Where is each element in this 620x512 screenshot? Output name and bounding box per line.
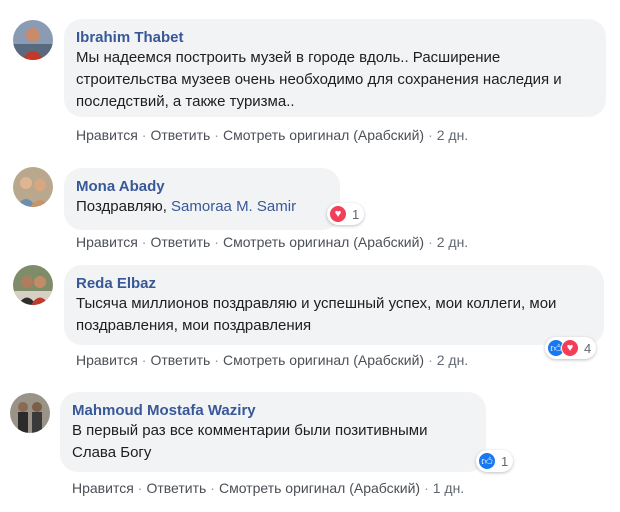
separator: · (214, 127, 219, 143)
avatar[interactable] (13, 167, 53, 207)
separator: · (214, 352, 219, 368)
separator: · (141, 352, 147, 368)
comment-actions: Нравится · Ответить · Смотреть оригинал (Ара… (76, 127, 468, 143)
comment-text: Тысяча миллионов поздравляю и успешный у… (76, 295, 557, 334)
separator: · (428, 127, 433, 143)
comment-text: Мы надеемся построить музей в городе вдо… (76, 49, 562, 110)
reactions-summary[interactable]: 👍︎ ♥ 4 (545, 337, 597, 359)
comment-actions: Нравится · Ответить · Смотреть оригинал (Ара… (72, 480, 464, 496)
heart-icon: ♥ (329, 205, 347, 223)
avatar-photo (13, 20, 53, 60)
avatar-photo (10, 393, 50, 433)
avatar[interactable] (10, 393, 50, 433)
reply-link[interactable]: Ответить (150, 352, 210, 368)
separator: · (210, 480, 215, 496)
see-original-link[interactable]: Смотреть оригинал (Арабский) (219, 480, 420, 496)
avatar-photo (13, 167, 53, 207)
comment-author[interactable]: Mahmoud Mostafa Waziry (72, 401, 474, 420)
like-link[interactable]: Нравится (76, 127, 138, 143)
comment-author[interactable]: Mona Abady (76, 177, 328, 196)
separator: · (428, 352, 433, 368)
mention-link[interactable]: Samoraa M. Samir (171, 198, 296, 215)
like-link[interactable]: Нравится (72, 480, 134, 496)
like-icon: 👍︎ (478, 452, 496, 470)
reactions-summary[interactable]: 👍︎ 1 (476, 450, 514, 472)
reply-link[interactable]: Ответить (150, 127, 210, 143)
comment-text-prefix: Поздравляю, (76, 198, 167, 215)
comment-bubble: Mona Abady Поздравляю, Samoraa M. Samir (64, 168, 340, 230)
separator: · (214, 234, 219, 250)
like-link[interactable]: Нравится (76, 352, 138, 368)
reply-link[interactable]: Ответить (150, 234, 210, 250)
see-original-link[interactable]: Смотреть оригинал (Арабский) (223, 234, 424, 250)
reaction-count: 4 (584, 340, 592, 356)
comment-time[interactable]: 1 дн. (433, 480, 464, 496)
like-link[interactable]: Нравится (76, 234, 138, 250)
avatar-photo (13, 265, 53, 305)
comment-text: Поздравляю, Samoraa M. Samir (76, 196, 328, 218)
separator: · (424, 480, 429, 496)
separator: · (141, 234, 147, 250)
see-original-link[interactable]: Смотреть оригинал (Арабский) (223, 127, 424, 143)
separator: · (428, 234, 433, 250)
see-original-link[interactable]: Смотреть оригинал (Арабский) (223, 352, 424, 368)
separator: · (141, 127, 147, 143)
reply-link[interactable]: Ответить (146, 480, 206, 496)
comment-time[interactable]: 2 дн. (437, 352, 468, 368)
avatar[interactable] (13, 265, 53, 305)
comment-author[interactable]: Reda Elbaz (76, 274, 592, 293)
comment-bubble: Ibrahim Thabet Мы надеемся построить муз… (64, 19, 606, 117)
comment-actions: Нравится · Ответить · Смотреть оригинал (Ара… (76, 352, 468, 368)
comment-time[interactable]: 2 дн. (437, 234, 468, 250)
reaction-count: 1 (352, 206, 360, 222)
avatar[interactable] (13, 20, 53, 60)
comment-time[interactable]: 2 дн. (437, 127, 468, 143)
separator: · (137, 480, 143, 496)
heart-icon: ♥ (561, 339, 579, 357)
reaction-count: 1 (501, 453, 509, 469)
comment-actions: Нравится · Ответить · Смотреть оригинал (Ара… (76, 234, 468, 250)
comment-bubble: Mahmoud Mostafa Waziry В первый раз все … (60, 392, 486, 472)
comment-author[interactable]: Ibrahim Thabet (76, 28, 594, 47)
reactions-summary[interactable]: ♥ 1 (327, 203, 365, 225)
comment-text: В первый раз все комментарии были позити… (72, 422, 428, 461)
comment-bubble: Reda Elbaz Тысяча миллионов поздравляю и… (64, 265, 604, 345)
